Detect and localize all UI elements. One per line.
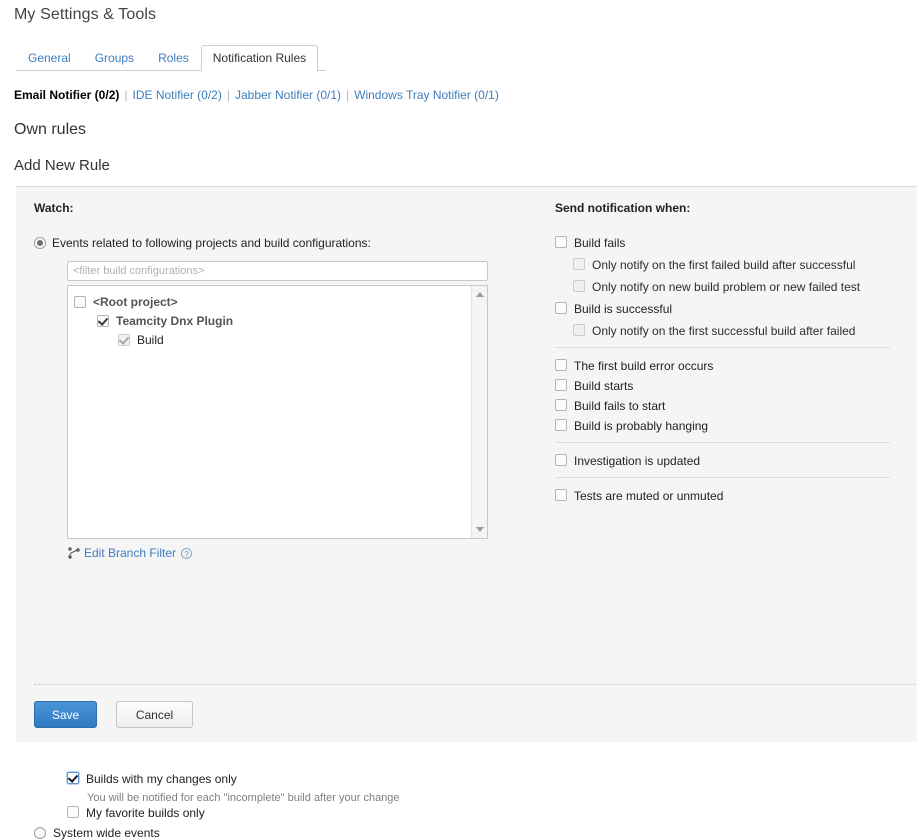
notification-condition-row[interactable]: Only notify on the first successful buil… [573, 324, 900, 338]
footer-divider [34, 684, 917, 685]
notification-condition-checkbox[interactable] [555, 454, 567, 466]
tree-scrollbar[interactable] [471, 286, 487, 538]
notification-condition-row[interactable]: Tests are muted or unmuted [555, 489, 900, 503]
notification-condition-list: Build fails Only notify on the first fail… [555, 236, 900, 503]
notifier-link-3[interactable]: Windows Tray Notifier (0/1) [354, 88, 499, 102]
watch-column: Watch: Events related to following proje… [34, 201, 534, 258]
notification-condition-label: Only notify on the first failed build af… [592, 258, 856, 272]
notification-condition-row[interactable]: Build fails to start [555, 399, 900, 413]
radio-system-wide-events[interactable]: System wide events [34, 826, 160, 840]
condition-group: Tests are muted or unmuted [555, 489, 900, 503]
builds-with-my-changes-hint: You will be notified for each "incomplet… [87, 792, 400, 804]
help-icon[interactable]: ? [181, 547, 193, 559]
tree-node[interactable]: Build [118, 330, 471, 349]
add-rule-panel: Watch: Events related to following proje… [16, 186, 917, 840]
notification-condition-label: Investigation is updated [574, 454, 701, 468]
notification-condition-checkbox[interactable] [555, 489, 567, 501]
notifier-separator: | [226, 88, 230, 102]
condition-group: Build fails Only notify on the first fail… [555, 236, 900, 338]
settings-tabs: General Groups Roles Notification Rules [16, 44, 327, 72]
tree-node-checkbox[interactable] [74, 295, 86, 308]
notification-condition-label: The first build error occurs [574, 359, 714, 373]
notification-condition-label: Build fails to start [574, 399, 666, 413]
notification-condition-label: Build is successful [574, 302, 673, 316]
condition-group-divider [555, 347, 890, 348]
builds-with-my-changes-checkbox[interactable] [67, 772, 79, 784]
notification-condition-row[interactable]: Build fails [555, 236, 900, 250]
tree-node[interactable]: <Root project> [74, 292, 471, 311]
notification-condition-row[interactable]: The first build error occurs [555, 359, 900, 373]
tree-node-list: <Root project> Teamcity Dnx Plugin Build [68, 286, 471, 538]
notifier-link-2[interactable]: Jabber Notifier (0/1) [235, 88, 341, 102]
notifier-separator: | [346, 88, 350, 102]
builds-with-my-changes-label: Builds with my changes only [86, 772, 237, 786]
tab-general[interactable]: General [16, 45, 83, 71]
notification-condition-label: Only notify on new build problem or new … [592, 280, 861, 294]
my-favorite-builds-label: My favorite builds only [86, 806, 205, 820]
branch-filter-row: Edit Branch Filter ? [67, 545, 193, 561]
send-notification-heading: Send notification when: [555, 201, 691, 215]
radio-system-wide-events-label: System wide events [53, 826, 160, 840]
notifier-separator: | [124, 88, 128, 102]
notifier-links: Email Notifier (0/2) | IDE Notifier (0/2) |… [14, 88, 499, 102]
condition-group-divider [555, 477, 890, 478]
branch-icon [68, 547, 80, 559]
save-button[interactable]: Save [34, 701, 97, 728]
builds-with-my-changes-row[interactable]: Builds with my changes only [67, 772, 237, 786]
scroll-down-arrow-icon[interactable] [476, 527, 484, 532]
notification-condition-checkbox[interactable] [573, 324, 585, 336]
notification-condition-checkbox[interactable] [555, 399, 567, 411]
notification-condition-checkbox[interactable] [555, 359, 567, 371]
condition-group-divider [555, 442, 890, 443]
tree-node-label: Build [137, 332, 164, 347]
notification-condition-checkbox[interactable] [555, 302, 567, 314]
my-favorite-builds-checkbox[interactable] [67, 806, 79, 818]
build-configuration-tree[interactable]: <Root project> Teamcity Dnx Plugin Build [67, 285, 488, 539]
my-favorite-builds-row[interactable]: My favorite builds only [67, 806, 205, 820]
tree-node-label: Teamcity Dnx Plugin [116, 313, 234, 328]
notification-condition-row[interactable]: Investigation is updated [555, 454, 900, 468]
radio-events-related[interactable]: Events related to following projects and… [34, 236, 534, 250]
add-new-rule-heading: Add New Rule [14, 157, 110, 174]
tab-groups[interactable]: Groups [83, 45, 146, 71]
tab-roles[interactable]: Roles [146, 45, 201, 71]
notification-condition-label: Tests are muted or unmuted [574, 489, 724, 503]
page-title: My Settings & Tools [14, 6, 157, 23]
notification-condition-checkbox[interactable] [573, 280, 585, 292]
notification-condition-label: Build fails [574, 236, 626, 250]
notification-condition-checkbox[interactable] [555, 379, 567, 391]
notification-condition-row[interactable]: Build is probably hanging [555, 419, 900, 433]
radio-system-wide-events-input[interactable] [34, 827, 46, 839]
notification-condition-label: Build starts [574, 379, 634, 393]
notification-condition-label: Build is probably hanging [574, 419, 709, 433]
build-configuration-filter-input[interactable] [67, 261, 488, 281]
condition-group: Investigation is updated [555, 454, 900, 468]
notifier-link-0: Email Notifier (0/2) [14, 88, 120, 102]
send-notification-column: Send notification when: Build fails Only … [555, 201, 900, 511]
radio-events-related-input[interactable] [34, 237, 46, 249]
tree-node-checkbox[interactable] [97, 314, 109, 327]
condition-group: The first build error occurs Build starts… [555, 359, 900, 433]
cancel-button[interactable]: Cancel [116, 701, 193, 728]
tree-node-checkbox [118, 333, 130, 346]
scroll-up-arrow-icon[interactable] [476, 292, 484, 297]
radio-events-related-label: Events related to following projects and… [52, 236, 371, 250]
tab-notification-rules[interactable]: Notification Rules [200, 45, 319, 72]
notification-condition-row[interactable]: Only notify on new build problem or new … [573, 280, 900, 294]
tree-node[interactable]: Teamcity Dnx Plugin [97, 311, 471, 330]
tree-node-label: <Root project> [93, 294, 178, 309]
notification-condition-checkbox[interactable] [573, 258, 585, 270]
own-rules-heading: Own rules [14, 121, 87, 138]
notifier-link-1[interactable]: IDE Notifier (0/2) [132, 88, 221, 102]
edit-branch-filter-link[interactable]: Edit Branch Filter [84, 546, 176, 560]
notification-condition-row[interactable]: Only notify on the first failed build af… [573, 258, 900, 272]
notification-condition-checkbox[interactable] [555, 419, 567, 431]
notification-condition-checkbox[interactable] [555, 236, 567, 248]
notification-condition-row[interactable]: Build starts [555, 379, 900, 393]
watch-heading: Watch: [34, 201, 74, 215]
notification-condition-label: Only notify on the first successful buil… [592, 324, 856, 338]
notification-condition-row[interactable]: Build is successful [555, 302, 900, 316]
